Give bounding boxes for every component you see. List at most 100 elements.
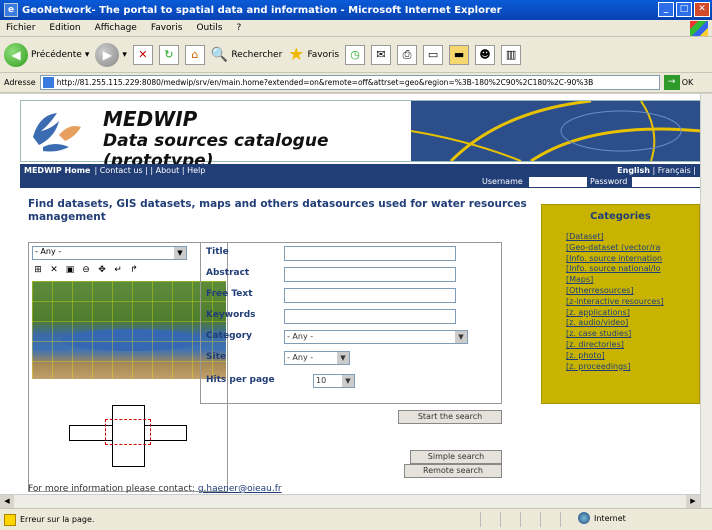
region-select[interactable]: - Any - ▼ bbox=[32, 246, 187, 260]
category-item[interactable]: [Maps] bbox=[566, 275, 699, 286]
map-image[interactable] bbox=[32, 281, 226, 379]
category-link[interactable]: [z. directories] bbox=[566, 340, 624, 349]
category-link[interactable]: [z-interactive resources] bbox=[566, 297, 664, 306]
hits-select[interactable]: 10 ▼ bbox=[313, 374, 355, 388]
category-item[interactable]: [Otherresources] bbox=[566, 286, 699, 297]
ie-icon: e bbox=[4, 3, 18, 17]
back-icon[interactable]: ↵ bbox=[112, 264, 124, 276]
nav-links[interactable]: | Contact us | | About | Help bbox=[94, 166, 205, 175]
category-link[interactable]: [z. case studies] bbox=[566, 329, 631, 338]
lang-french-link[interactable]: | Français | bbox=[653, 166, 696, 175]
mail-icon[interactable]: ✉ bbox=[371, 44, 392, 65]
category-item[interactable]: [Info. source internation bbox=[566, 254, 699, 265]
lang-english-link[interactable]: English bbox=[617, 166, 650, 175]
back-button[interactable]: ◀ Précédente ▾ bbox=[4, 42, 89, 67]
category-link[interactable]: [Info. source national/lo bbox=[566, 264, 661, 273]
favorites-button[interactable]: ★ Favoris bbox=[288, 44, 339, 65]
contact-footer: For more information please contact: g.h… bbox=[28, 484, 282, 494]
print-icon[interactable]: ⎙ bbox=[397, 44, 418, 65]
folder-icon[interactable]: ▬ bbox=[449, 44, 470, 65]
vertical-scrollbar[interactable] bbox=[700, 94, 712, 508]
category-item[interactable]: [z. applications] bbox=[566, 308, 699, 319]
abstract-input[interactable] bbox=[284, 267, 456, 282]
category-link[interactable]: [Maps] bbox=[566, 275, 593, 284]
category-link[interactable]: [z. photo] bbox=[566, 351, 605, 360]
category-link[interactable]: [Info. source internation bbox=[566, 254, 662, 263]
category-item[interactable]: [z. proceedings] bbox=[566, 362, 699, 373]
close-button[interactable]: ✕ bbox=[694, 2, 710, 17]
address-input[interactable]: http://81.255.115.229:8080/medwip/srv/en… bbox=[39, 75, 660, 90]
overview-map[interactable] bbox=[69, 405, 187, 467]
page-heading: Find datasets, GIS datasets, maps and ot… bbox=[28, 198, 527, 223]
search-button[interactable]: 🔍 Rechercher bbox=[211, 47, 282, 63]
category-link[interactable]: [z. audio/video] bbox=[566, 318, 628, 327]
globe-graphic bbox=[411, 101, 700, 161]
remote-search-button[interactable]: Remote search bbox=[404, 464, 502, 478]
category-item[interactable]: [z. photo] bbox=[566, 351, 699, 362]
site-value: - Any - bbox=[287, 353, 314, 362]
keywords-input[interactable] bbox=[284, 309, 456, 324]
category-item[interactable]: [Geo-dataset (vector/ra bbox=[566, 243, 699, 254]
category-item[interactable]: [z. audio/video] bbox=[566, 318, 699, 329]
menu-view[interactable]: Affichage bbox=[95, 23, 137, 33]
freetext-input[interactable] bbox=[284, 288, 456, 303]
nav-home-link[interactable]: MEDWIP Home bbox=[24, 166, 90, 175]
research-icon[interactable]: ▥ bbox=[501, 44, 522, 65]
stop-icon[interactable]: ✕ bbox=[132, 44, 153, 65]
contact-email-link[interactable]: g.haener@oieau.fr bbox=[198, 484, 282, 494]
status-text: Erreur sur la page. bbox=[20, 515, 95, 524]
menu-favorites[interactable]: Favoris bbox=[151, 23, 183, 33]
region-select-value: - Any - bbox=[35, 247, 62, 256]
clear-icon[interactable]: ✕ bbox=[48, 264, 60, 276]
refresh-icon[interactable]: ↻ bbox=[158, 44, 179, 65]
minimize-button[interactable]: _ bbox=[658, 2, 674, 17]
maximize-button[interactable]: □ bbox=[676, 2, 692, 17]
category-link[interactable]: [Geo-dataset (vector/ra bbox=[566, 243, 660, 252]
messenger-icon[interactable]: ☻ bbox=[475, 44, 496, 65]
go-button[interactable]: → bbox=[663, 75, 680, 90]
overview-extent-box[interactable] bbox=[105, 419, 151, 445]
warning-icon[interactable] bbox=[4, 513, 16, 526]
category-item[interactable]: [z-interactive resources] bbox=[566, 297, 699, 308]
category-item[interactable]: [z. directories] bbox=[566, 340, 699, 351]
abstract-label: Abstract bbox=[206, 268, 250, 278]
category-item[interactable]: [Dataset] bbox=[566, 232, 699, 243]
history-icon[interactable]: ◷ bbox=[345, 44, 366, 65]
category-link[interactable]: [Otherresources] bbox=[566, 286, 634, 295]
menu-edit[interactable]: Edition bbox=[49, 23, 80, 33]
category-select[interactable]: - Any - ▼ bbox=[284, 330, 468, 344]
simple-search-button[interactable]: Simple search bbox=[410, 450, 502, 464]
category-link[interactable]: [z. applications] bbox=[566, 308, 630, 317]
pan-icon[interactable]: ✥ bbox=[96, 264, 108, 276]
back-label: Précédente bbox=[31, 49, 82, 60]
menu-file[interactable]: Fichier bbox=[6, 23, 35, 33]
zoom-box-icon[interactable]: ▣ bbox=[64, 264, 76, 276]
category-item[interactable]: [Info. source national/lo bbox=[566, 264, 699, 275]
username-input[interactable] bbox=[529, 177, 587, 187]
status-bar: Erreur sur la page. Internet bbox=[0, 508, 712, 530]
banner-left: MEDWIP Data sources catalogue (prototype… bbox=[21, 101, 411, 171]
scroll-left-icon[interactable]: ◀ bbox=[0, 495, 14, 508]
forward-button[interactable]: ▶ ▾ bbox=[95, 42, 127, 67]
menu-help[interactable]: ? bbox=[236, 23, 241, 33]
start-search-button[interactable]: Start the search bbox=[398, 410, 502, 424]
horizontal-scrollbar[interactable]: ◀ ▶ bbox=[0, 494, 700, 508]
status-segment bbox=[540, 512, 554, 527]
category-item[interactable]: [z. case studies] bbox=[566, 329, 699, 340]
footer-text: For more information please contact: bbox=[28, 484, 195, 494]
category-link[interactable]: [Dataset] bbox=[566, 232, 604, 241]
edit-icon[interactable]: ▭ bbox=[423, 44, 444, 65]
site-select[interactable]: - Any - ▼ bbox=[284, 351, 350, 365]
scroll-right-icon[interactable]: ▶ bbox=[686, 495, 700, 508]
zoom-in-icon[interactable]: ⊞ bbox=[32, 264, 44, 276]
menu-tools[interactable]: Outils bbox=[196, 23, 222, 33]
forward-icon[interactable]: ↱ bbox=[128, 264, 140, 276]
zoom-out-icon[interactable]: ⊖ bbox=[80, 264, 92, 276]
home-icon[interactable]: ⌂ bbox=[184, 44, 205, 65]
go-label[interactable]: OK bbox=[682, 78, 694, 87]
search-form: Title Abstract Free Text Keywords Catego… bbox=[200, 242, 502, 404]
password-input[interactable] bbox=[632, 177, 700, 187]
title-input[interactable] bbox=[284, 246, 456, 261]
categories-title: Categories bbox=[590, 211, 651, 222]
category-link[interactable]: [z. proceedings] bbox=[566, 362, 630, 371]
